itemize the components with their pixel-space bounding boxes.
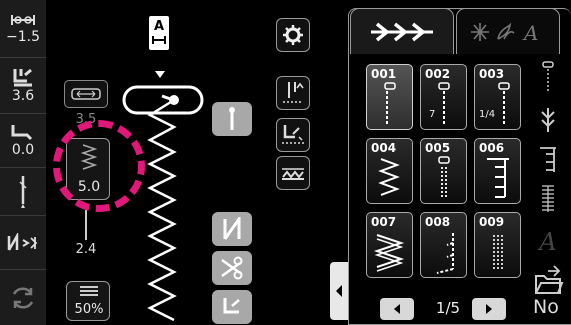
stitch-cell-005[interactable]: 005 [420, 138, 467, 204]
presser-pressure-value: 3.6 [11, 88, 35, 104]
needle-position-button[interactable] [0, 168, 46, 216]
caret-left-icon [394, 304, 400, 314]
stitch-sub-label: 7 [429, 109, 436, 120]
mirror-stitch-button[interactable] [212, 212, 252, 246]
straight-stitch-left-icon [384, 82, 396, 125]
blind-hem-stitch-icon [436, 233, 454, 274]
restart-button[interactable] [0, 270, 46, 325]
presser-foot-code: A [154, 19, 164, 34]
page-indicator: 1/5 [435, 299, 461, 317]
stitch-sub-label: 1/4 [479, 109, 496, 120]
caret-right-icon [486, 304, 492, 314]
stitch-cell-007[interactable]: 007 [366, 212, 413, 278]
stitch-cell-009[interactable]: 009 [474, 212, 521, 278]
needle-icon [19, 175, 27, 208]
overlock-category-icon[interactable] [528, 140, 568, 180]
presser-pressure-button[interactable]: 3.6 [0, 58, 46, 114]
svg-text:A: A [537, 228, 556, 256]
decorative-characters-icon: A [471, 21, 538, 45]
presser-foot-lift-button[interactable] [212, 290, 252, 324]
pivot-foot-icon [282, 125, 304, 144]
settings-button[interactable] [276, 18, 310, 52]
stitch-cell-008[interactable]: 008 [420, 212, 467, 278]
stitch-cell-006[interactable]: 006 [474, 138, 521, 204]
stitch-cell-004[interactable]: 004 [366, 138, 413, 204]
alphabet-category-icon[interactable]: A [528, 220, 568, 262]
width-arrows-icon [71, 88, 101, 100]
tension-foot-icon [11, 125, 33, 141]
next-page-button[interactable] [472, 298, 506, 320]
stitch-cell-003[interactable]: 003 1/4 [474, 64, 521, 130]
stretch-stitch-icon [493, 235, 503, 271]
quarter-inch-stitch-icon [498, 82, 510, 125]
slider-tick [85, 232, 87, 240]
twin-needle-button[interactable]: −1.5 [0, 0, 46, 58]
triple-zigzag-stitch-icon [373, 234, 405, 272]
presser-foot-lift-icon [223, 298, 240, 314]
mirror-image-button[interactable] [0, 216, 46, 270]
feed-dogs-button[interactable] [276, 156, 310, 190]
needle-up-down-icon [283, 82, 304, 103]
straight-needle-category-icon[interactable] [528, 56, 568, 100]
straight-stitch-middle-icon [438, 82, 450, 125]
mirror-image-icon [7, 232, 38, 251]
stitch-cell-002[interactable]: 002 7 [420, 64, 467, 130]
stitch-width-button[interactable] [64, 80, 108, 108]
left-settings-column: −1.5 3.6 0.0 [0, 0, 46, 325]
restart-icon [12, 287, 34, 308]
reverse-n-icon [223, 217, 241, 240]
scissors-icon [221, 256, 243, 280]
length-slider-line [85, 210, 87, 232]
presser-foot-icon [13, 68, 32, 87]
twin-needle-icon [11, 15, 35, 25]
needle-stop-button[interactable] [276, 76, 310, 110]
svg-text:A: A [522, 21, 538, 45]
speed-bars-icon [80, 286, 98, 296]
single-stitch-button[interactable] [212, 102, 252, 136]
triple-straight-stitch-icon [438, 156, 450, 197]
overlock-stitch-icon [487, 158, 509, 198]
zigzag-stitch-icon [378, 158, 400, 196]
previous-page-button[interactable] [380, 298, 414, 320]
twin-needle-value: −1.5 [6, 29, 40, 45]
single-stitch-icon [229, 107, 235, 130]
lower-value: 2.4 [75, 242, 97, 257]
stitch-category-icons: A [528, 56, 568, 302]
thread-tension-button[interactable]: 0.0 [0, 114, 46, 168]
tab-decorative-stitches[interactable]: A [456, 8, 560, 54]
speed-value: 50% [74, 302, 104, 317]
pivot-button[interactable] [276, 118, 310, 152]
satin-category-icon[interactable] [528, 180, 568, 220]
tab-utility-stitches[interactable] [350, 8, 454, 54]
thread-cutter-button[interactable] [212, 251, 252, 285]
arrow-stitch-category-icon[interactable] [528, 100, 568, 140]
stitch-number-input-label[interactable]: No [533, 296, 559, 318]
thread-tension-value: 0.0 [11, 142, 35, 158]
speed-control[interactable]: 50% [66, 281, 110, 321]
utility-stitches-icon [371, 22, 433, 41]
stitch-cell-001[interactable]: 001 [366, 64, 413, 130]
caret-left-icon [336, 285, 342, 297]
gear-icon [283, 25, 303, 45]
stitch-grid: 001 002 7 003 1/4 004 005 006 007 008 00… [360, 60, 523, 290]
feed-dogs-icon [282, 168, 304, 180]
panel-collapse-tab[interactable] [330, 262, 348, 320]
